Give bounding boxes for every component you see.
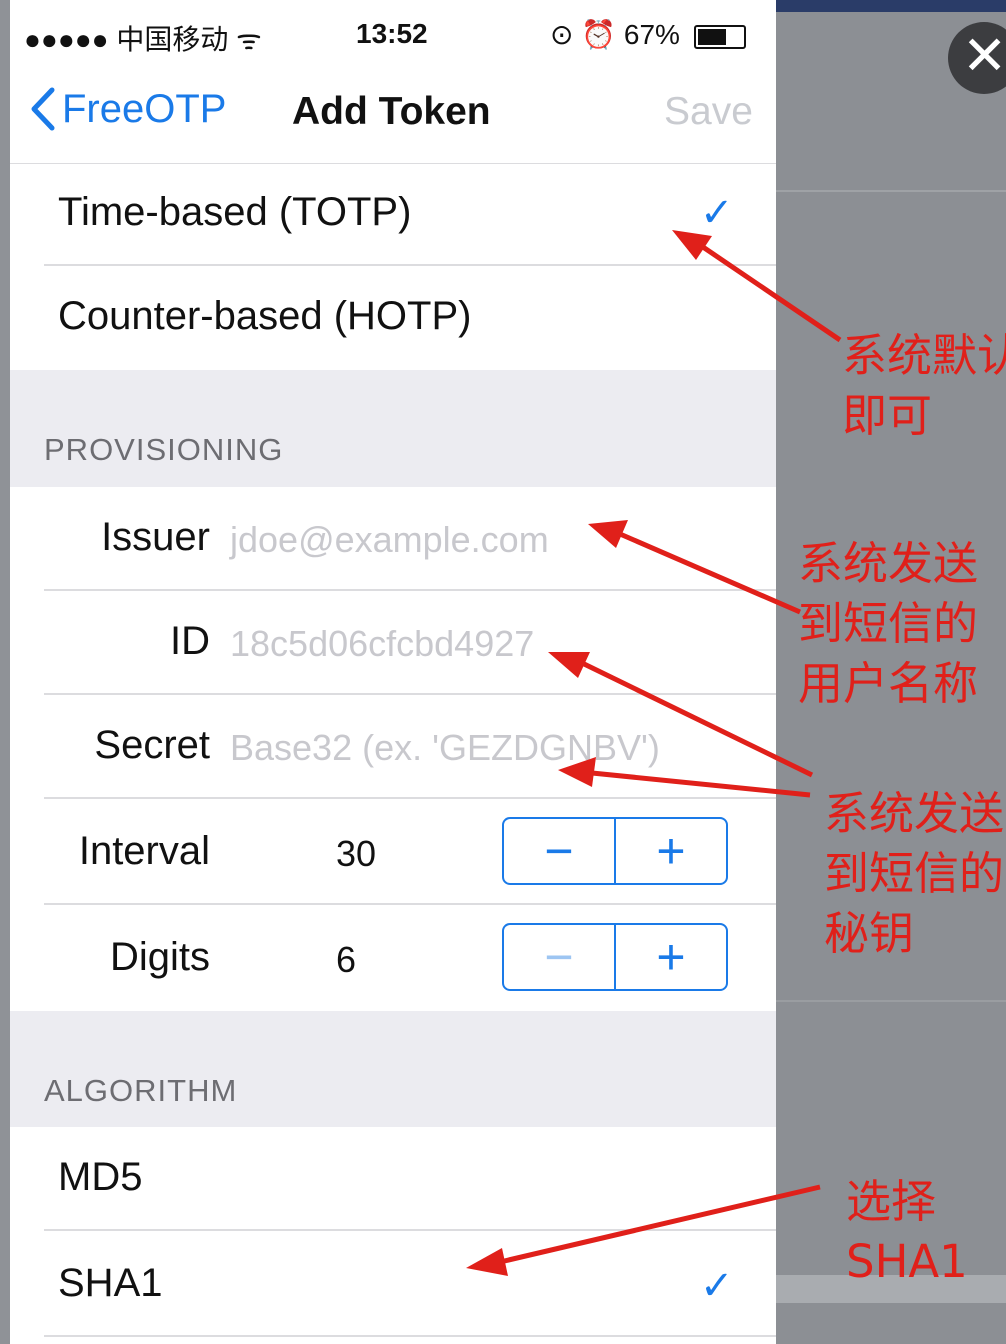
annotation-secret: 系统发送 到短信的 秘钥 [824,787,1005,960]
annotation-sha1: 选择 SHA1 [846,1175,968,1288]
annotation-issuer: 系统发送 到短信的 用户名称 [798,537,979,710]
annotation-default: 系统默认 即可 [842,329,1006,442]
